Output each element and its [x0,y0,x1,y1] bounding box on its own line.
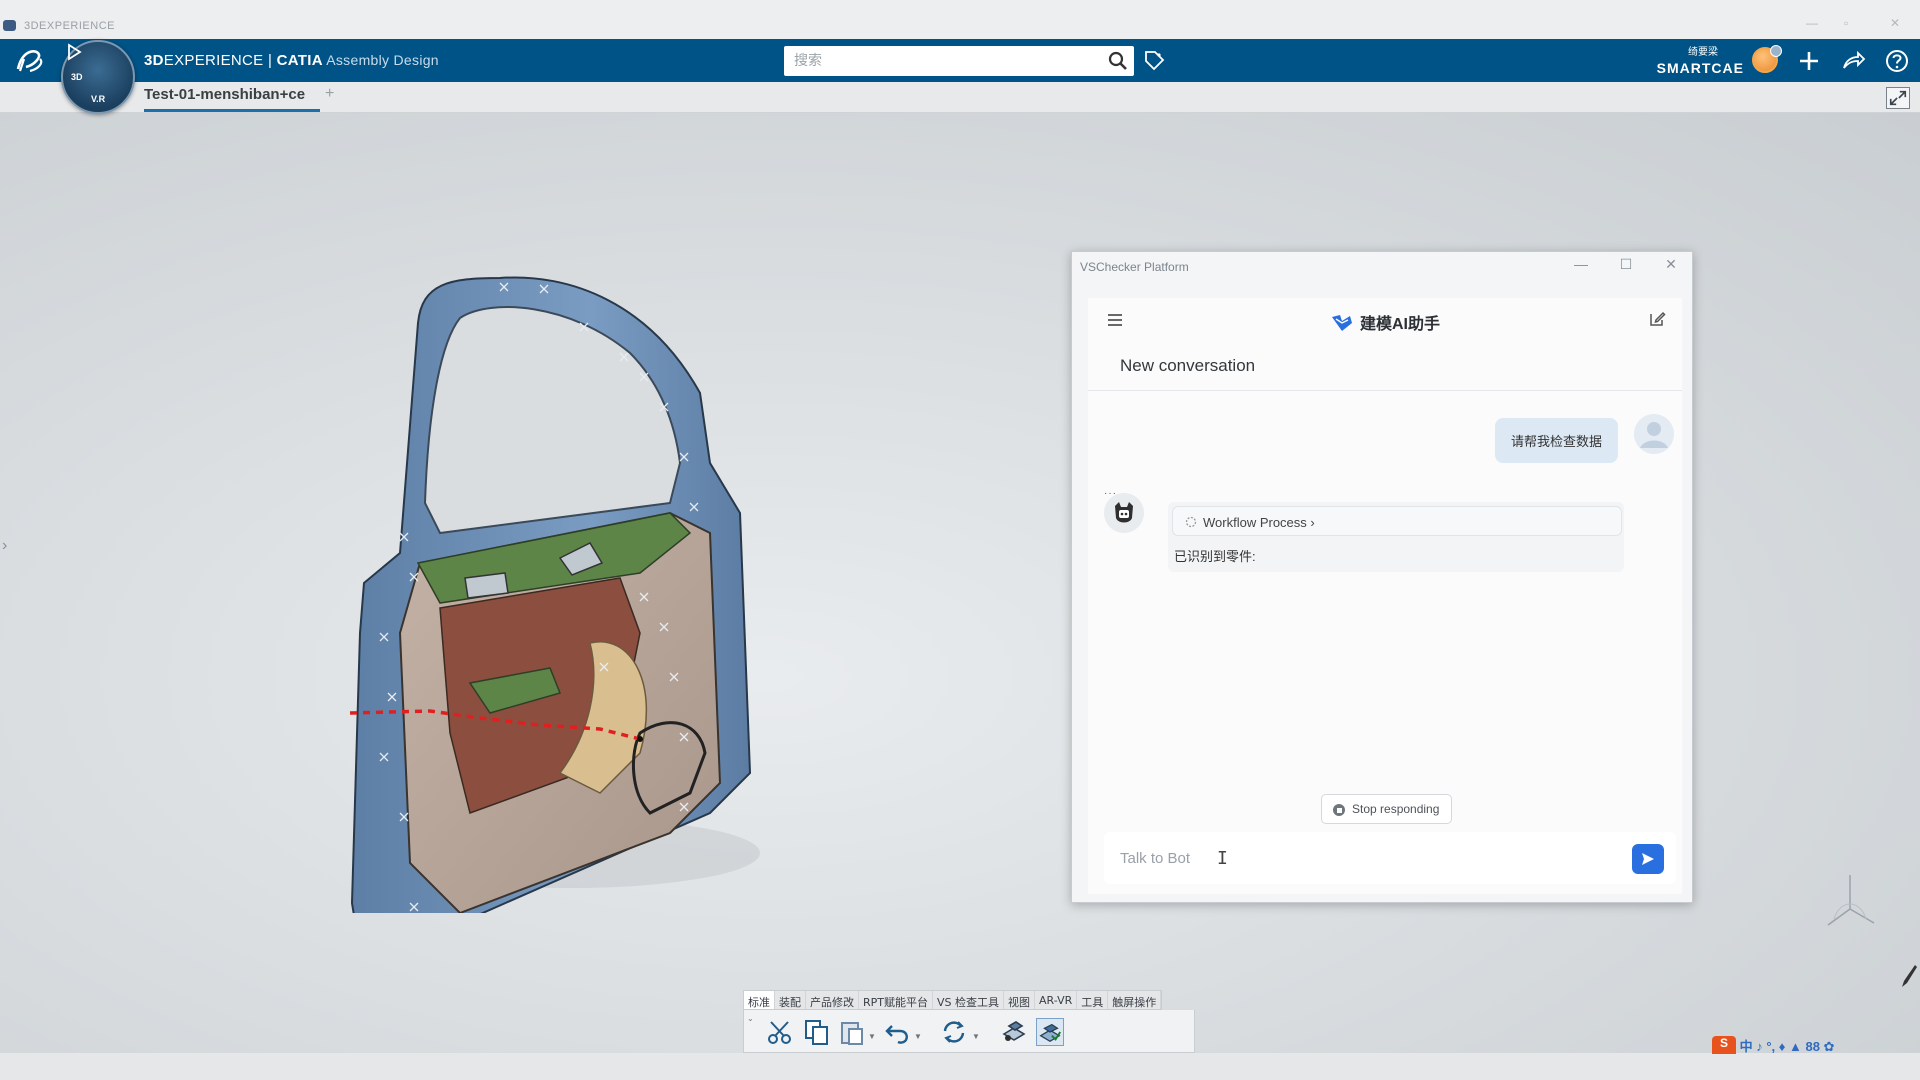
car-door-model[interactable] [340,213,800,913]
user-name: 绮要梁 [1688,47,1718,58]
tab-assembly[interactable]: 装配 [775,991,806,1009]
user-avatar-top[interactable] [1752,45,1782,73]
cut-icon[interactable] [766,1018,794,1046]
tab-ar-vr[interactable]: AR-VR [1035,991,1078,1009]
undo-icon[interactable] [884,1018,912,1046]
new-chat-edit-icon[interactable] [1648,310,1666,328]
send-icon [1642,853,1654,865]
compass-3d-label: 3D [71,72,83,82]
brand-bold: 3D [144,52,164,69]
chat-input[interactable] [1104,832,1604,884]
bot-name: 建模AI助手 [1359,316,1440,333]
chat-header: 建模AI助手 [1088,298,1682,343]
workflow-process-toggle[interactable]: Workflow Process › [1172,506,1622,536]
os-window-title: 3DEXPERIENCE [24,20,115,32]
window-minimize-icon[interactable]: — [1570,256,1592,276]
app-module: Assembly Design [322,52,439,68]
window-maximize-icon[interactable]: ☐ [1615,256,1637,276]
compass-vr-label: V.R [91,94,106,104]
stop-label: Stop responding [1352,802,1440,816]
notification-badge [1770,45,1782,57]
tab-view[interactable]: 视图 [1004,991,1036,1009]
app-logo-icon [3,20,16,31]
bot-logo-icon [1331,315,1352,331]
user-message-bubble: 请帮我检查数据 [1494,418,1618,463]
chat-panel: 建模AI助手 New conversation 请帮我检查数据 ··· Work… [1088,298,1682,894]
action-bar-tools: ⌄ ▼ ▼ ▼ [743,1010,1195,1053]
tab-rpt-platform[interactable]: RPT赋能平台 [859,991,933,1009]
tab-vs-check-tools[interactable]: VS 检查工具 [933,991,1005,1009]
tab-test-01[interactable]: Test-01-menshiban+ce [144,86,320,112]
ime-status-text[interactable]: 中 ♪ °, ♦ ▲ 88 ✿ [1740,1039,1835,1054]
ime-toolbar[interactable]: S 中 ♪ °, ♦ ▲ 88 ✿ [1712,1036,1920,1056]
status-strip [0,1053,1920,1080]
collapse-chevron-icon[interactable]: ⌄ [747,1014,754,1023]
document-tab-bar: Test-01-menshiban+ce + [0,82,1920,113]
axis-orientation-icon[interactable] [1820,869,1880,939]
copy-icon[interactable] [802,1018,830,1046]
ime-logo-icon[interactable]: S [1712,1036,1736,1054]
app-title: 3DEXPERIENCE | CATIA Assembly Design [144,52,439,69]
tag-icon[interactable] [1143,48,1167,72]
top-bar: 3DEXPERIENCE | CATIA Assembly Design 绮要梁… [0,39,1920,92]
bot-avatar-icon [1104,493,1144,533]
play-icon[interactable] [63,42,83,62]
os-maximize-icon[interactable]: ▫ [1844,16,1848,30]
workflow-label: Workflow Process › [1203,515,1315,530]
compass-widget[interactable]: 3D V.R [61,40,135,114]
header-divider [1088,390,1682,391]
help-icon[interactable] [1884,48,1910,74]
loading-spinner-icon [1185,516,1197,528]
window-close-icon[interactable]: ✕ [1660,256,1682,276]
paste-dropdown-icon[interactable]: ▼ [868,1032,876,1041]
action-bar-tabs: 标准 装配 产品修改 RPT赋能平台 VS 检查工具 视图 AR-VR 工具 触… [743,990,1163,1010]
dassault-logo-icon[interactable] [12,45,48,75]
vschecker-tool-icon[interactable] [1036,1018,1064,1046]
undo-dropdown-icon[interactable]: ▼ [914,1032,922,1041]
share-icon[interactable] [1840,48,1866,74]
expand-panel-icon[interactable]: › [2,537,7,555]
search-box [784,46,1134,76]
bot-message-text: 已识别到零件: [1174,549,1256,564]
bot-message-bubble: Workflow Process › 已识别到零件: [1168,502,1624,572]
tab-tools[interactable]: 工具 [1077,991,1109,1009]
fullscreen-icon[interactable] [1886,87,1910,109]
assembly-tool-icon[interactable] [1000,1018,1028,1046]
marker-endpoint [637,736,643,742]
tab-touch[interactable]: 触屏操作 [1108,991,1162,1009]
app-name: CATIA [276,52,323,69]
stop-responding-button[interactable]: Stop responding [1321,794,1453,824]
text-cursor-icon: I [1217,848,1228,869]
window-title: VSChecker Platform [1080,260,1189,274]
add-tab-button[interactable]: + [325,85,334,103]
send-button[interactable] [1632,844,1664,874]
action-bar: 标准 装配 产品修改 RPT赋能平台 VS 检查工具 视图 AR-VR 工具 触… [743,990,1195,1053]
paste-icon[interactable] [838,1018,866,1046]
brand-rest: EXPERIENCE | [163,52,277,69]
os-minimize-icon[interactable]: — [1806,16,1818,30]
update-icon[interactable] [940,1018,968,1046]
update-dropdown-icon[interactable]: ▼ [972,1032,980,1041]
search-input[interactable] [784,46,1084,76]
tab-standard[interactable]: 标准 [744,991,775,1009]
user-avatar-icon [1634,414,1674,454]
vschecker-window: VSChecker Platform — ☐ ✕ 建模AI助手 New conv… [1071,251,1693,903]
stop-icon [1333,804,1345,816]
add-icon[interactable] [1796,48,1822,74]
chat-input-area: I [1104,832,1676,884]
bot-title: 建模AI助手 [1088,310,1682,334]
tab-product-modify[interactable]: 产品修改 [806,991,859,1009]
search-icon[interactable] [1108,51,1128,71]
window-switch [464,572,509,599]
os-close-icon[interactable]: ✕ [1890,16,1900,30]
os-title-bar: 3DEXPERIENCE — ▫ ✕ [0,0,1920,39]
window-title-bar[interactable]: VSChecker Platform — ☐ ✕ [1072,252,1692,281]
pen-icon[interactable] [1898,963,1918,989]
conversation-title: New conversation [1120,356,1256,375]
